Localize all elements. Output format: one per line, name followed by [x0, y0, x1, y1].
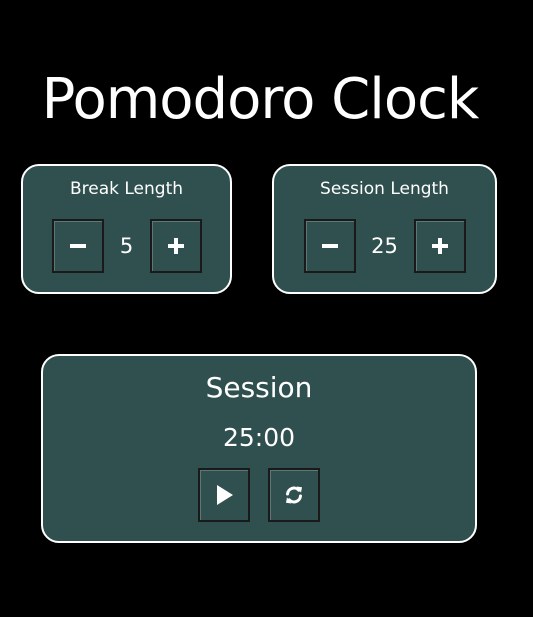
timer-label: Session	[205, 371, 313, 404]
play-icon	[217, 485, 233, 505]
refresh-icon	[286, 486, 302, 504]
timer-controls	[43, 468, 475, 522]
minus-icon	[321, 244, 338, 248]
break-length-label: Break Length	[69, 179, 184, 199]
session-length-value: 25	[371, 234, 398, 258]
minus-icon	[69, 244, 86, 248]
start-stop-button[interactable]	[198, 468, 250, 522]
break-length-panel: Break Length 5	[21, 164, 232, 294]
session-length-panel: Session Length 25	[272, 164, 497, 294]
break-length-controls: 5	[23, 219, 230, 273]
plus-icon	[431, 238, 448, 254]
session-length-controls: 25	[274, 219, 495, 273]
session-increment-button[interactable]	[413, 219, 466, 273]
break-decrement-button[interactable]	[51, 219, 104, 273]
reset-button[interactable]	[268, 468, 320, 522]
break-length-value: 5	[119, 234, 134, 258]
app-title: Pomodoro Clock	[41, 67, 480, 132]
session-length-label: Session Length	[320, 179, 449, 199]
session-decrement-button[interactable]	[303, 219, 356, 273]
plus-icon	[167, 238, 184, 254]
time-left: 25:00	[222, 423, 296, 452]
break-increment-button[interactable]	[149, 219, 202, 273]
timer-panel: Session 25:00	[41, 354, 477, 543]
